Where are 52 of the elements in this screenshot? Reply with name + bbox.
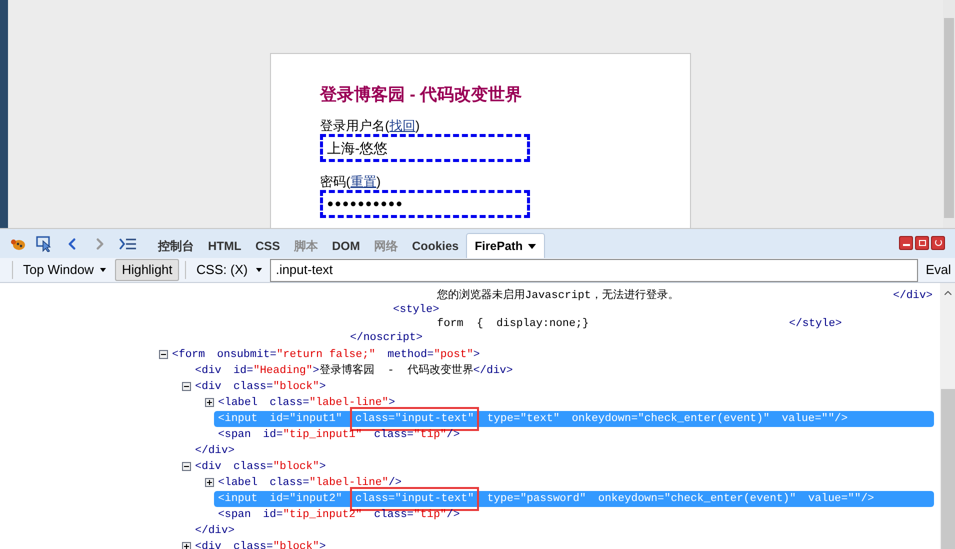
restore-icon[interactable] xyxy=(915,236,929,250)
highlight-toggle[interactable]: Highlight xyxy=(114,259,180,281)
password-field[interactable]: ●●●●●●●●●● xyxy=(320,190,530,218)
panel-scrollbar[interactable] xyxy=(940,283,955,549)
code-line[interactable]: <form onsubmit="return false;" method="post"> xyxy=(172,347,480,363)
devtools-tab[interactable]: CSS xyxy=(248,233,288,258)
expand-icon[interactable] xyxy=(182,542,191,549)
code-line[interactable]: <div class="block"> xyxy=(195,379,326,395)
login-heading: 登录博客园 - 代码改变世界 xyxy=(320,84,524,106)
code-line[interactable]: <span id="tip_input2" class="tip"/> xyxy=(218,507,460,523)
code-line[interactable]: </div> xyxy=(195,442,235,460)
code-line[interactable]: </div> xyxy=(195,522,235,540)
code-line[interactable]: <style> xyxy=(393,302,440,318)
field-link[interactable]: 找回 xyxy=(389,118,416,133)
code-line[interactable]: form { display:none;} xyxy=(437,316,589,332)
code-line[interactable]: <div id="Heading">登录博客园 - 代码改变世界</div> xyxy=(195,363,513,379)
devtools-tab[interactable]: 控制台 xyxy=(151,233,201,258)
power-icon[interactable] xyxy=(931,236,945,250)
eval-button[interactable]: Eval xyxy=(926,260,951,280)
code-line[interactable]: <div class="block"> xyxy=(195,459,326,475)
scrollbar-thumb[interactable] xyxy=(944,18,954,218)
code-line[interactable]: <span id="tip_input1" class="tip"/> xyxy=(218,427,460,443)
code-line[interactable]: <label class="label-line"/> xyxy=(218,475,402,491)
collapse-icon[interactable] xyxy=(159,350,168,359)
collapse-icon[interactable] xyxy=(182,462,191,471)
scrollbar-thumb[interactable] xyxy=(940,389,954,549)
frame-dropdown[interactable]: Top Window xyxy=(23,260,106,280)
field-label: 密码(重置) xyxy=(320,174,382,190)
dropdown-caret-icon[interactable] xyxy=(528,244,536,248)
code-line[interactable]: <div class="block"> xyxy=(195,539,326,549)
username-field[interactable]: 上海-悠悠 xyxy=(320,134,530,162)
code-line[interactable]: </noscript> xyxy=(350,330,423,346)
devtools-tab[interactable]: DOM xyxy=(325,233,368,258)
expand-icon[interactable] xyxy=(205,398,214,407)
bug-icon[interactable] xyxy=(10,236,26,250)
inspect-pointer-icon[interactable] xyxy=(36,236,53,252)
code-line[interactable]: 您的浏览器未启用Javascript，无法进行登录。 xyxy=(437,288,680,304)
collapse-icon[interactable] xyxy=(182,382,191,391)
expand-icon[interactable] xyxy=(205,478,214,487)
minimize-icon[interactable] xyxy=(899,236,913,250)
page-scrollbar[interactable] xyxy=(943,0,955,228)
field-label: 登录用户名(找回) xyxy=(320,118,421,134)
selector-mode-dropdown[interactable]: CSS: (X) xyxy=(196,260,262,280)
code-line[interactable]: </style> xyxy=(789,316,842,332)
field-link[interactable]: 重置 xyxy=(350,174,376,189)
devtools-tab[interactable]: Cookies xyxy=(405,233,466,258)
command-line-icon[interactable] xyxy=(119,238,137,250)
devtools-tab[interactable]: HTML xyxy=(201,233,248,258)
devtools-tab[interactable]: FirePath xyxy=(466,233,545,258)
code-line[interactable]: <label class="label-line"> xyxy=(218,395,396,411)
code-line[interactable]: </div> xyxy=(893,288,933,304)
selector-input[interactable]: .input-text xyxy=(270,258,918,282)
